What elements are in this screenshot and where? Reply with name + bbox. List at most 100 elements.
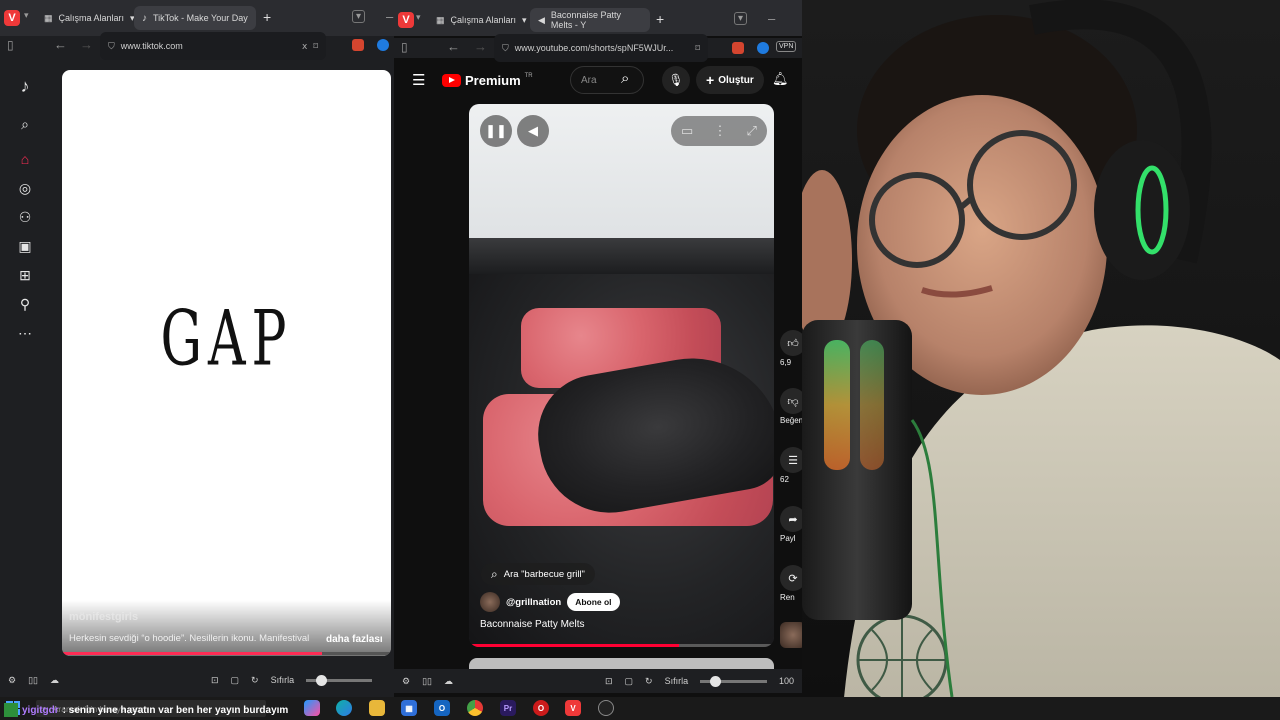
extension-shield-icon[interactable] [352,39,364,51]
following-icon[interactable]: ⚇ [15,207,35,227]
tab-list-icon[interactable]: ▾ [734,12,748,25]
zoom-reset-label[interactable]: Sıfırla [271,675,295,685]
capture-icon[interactable]: ⊡ [605,676,613,687]
panel-settings-icon[interactable]: ⚙ [402,676,410,687]
reload-page-icon[interactable]: ↻ [645,676,653,687]
vpn-badge[interactable]: VPN [776,41,797,52]
copilot-app-icon[interactable] [304,700,320,716]
bookmark-icon[interactable]: ⌑ [695,43,700,54]
vivaldi-menu-icon[interactable]: V [398,12,414,28]
translate-icon[interactable]: ⅹ [302,41,307,52]
caption-more-link[interactable]: daha fazlası [326,634,383,645]
workspaces-button[interactable]: ▦ Çalışma Alanları ▾ [36,6,143,30]
zoom-slider[interactable] [306,674,373,686]
extension-shield-icon[interactable] [732,42,744,54]
volume-icon[interactable]: ◀ [517,115,549,147]
comments-button[interactable]: ☰ 62 [780,447,802,484]
panel-toggle-icon[interactable]: ▯ [7,38,14,52]
tiling-icon[interactable]: ▯▯ [422,676,432,687]
forward-icon[interactable]: → [80,37,93,52]
explore-icon[interactable]: ◎ [15,178,35,198]
chevron-down-icon[interactable]: ▾ [24,10,29,21]
related-search-text: Ara "barbecue grill" [503,568,585,580]
extension-translate-icon[interactable] [757,42,769,54]
player-overflow-controls: ▭ ⋮ ⤢ [671,116,767,146]
panel-settings-icon[interactable]: ⚙ [8,675,16,686]
video-author[interactable]: mönifestgirls [69,611,138,623]
back-icon[interactable]: ← [447,39,460,54]
tiktok-video-card[interactable]: GAP mönifestgirls Herkesin sevdiği “o ho… [62,70,391,656]
tiling-icon[interactable]: ▯▯ [28,675,38,686]
site-info-icon: ⛉ [502,42,509,53]
search-input[interactable]: Ara [570,66,644,94]
workspaces-button[interactable]: ▦ Çalışma Alanları ▾ [428,8,535,32]
tiktok-browser-window: V ▾ ▦ Çalışma Alanları ▾ ♪ TikTok - Make… [0,0,394,697]
page-tiling-icon[interactable]: ▢ [625,676,634,687]
pause-icon[interactable]: ❚❚ [480,115,512,147]
tab-youtube[interactable]: ◀ Baconnaise Patty Melts - Y [530,8,650,32]
share-icon: ➦ [780,506,802,532]
edge-app-icon[interactable] [336,700,352,716]
zoom-slider[interactable] [700,675,767,687]
notifications-bell-icon[interactable]: 🔔︎ [772,71,789,87]
address-bar[interactable]: ⛉ www.youtube.com/shorts/spNF5WJUr... ⌑ [494,34,708,62]
extension-translate-icon[interactable] [377,39,389,51]
minimize-icon[interactable]: – [768,11,775,26]
bookmark-icon[interactable]: ⌑ [313,41,318,52]
tiktok-sidebar: ♪ ⌕ ⌂ ◎ ⚇ ▣ ⊞ ⚲ ⋯ [0,66,50,366]
obs-app-icon[interactable] [598,700,614,716]
zoom-reset-label[interactable]: Sıfırla [665,676,689,686]
profile-icon[interactable]: ⚲ [15,294,35,314]
live-icon[interactable]: ▣ [15,236,35,256]
tab-list-icon[interactable]: ▾ [352,10,366,23]
home-icon[interactable]: ⌂ [15,149,35,169]
vivaldi-menu-icon[interactable]: V [4,10,20,26]
fullscreen-icon[interactable]: ⤢ [747,123,757,139]
more-options-icon[interactable]: ⋮ [713,123,726,139]
remix-button[interactable]: ⟳ Ren [780,565,802,602]
sync-cloud-icon[interactable]: ☁ [50,675,59,686]
opera-app-icon[interactable]: O [533,700,549,716]
tab-tiktok[interactable]: ♪ TikTok - Make Your Day [134,6,256,30]
capture-icon[interactable]: ⊡ [211,675,219,686]
upload-icon[interactable]: ⊞ [15,265,35,285]
back-icon[interactable]: ← [54,37,67,52]
chrome-app-icon[interactable] [467,700,483,716]
outlook-app-icon[interactable]: O [434,700,450,716]
panel-toggle-icon[interactable]: ▯ [401,40,408,54]
hamburger-menu-icon[interactable]: ☰ [412,71,425,89]
dislike-button[interactable]: 👎︎ Beğen [780,388,802,425]
store-app-icon[interactable]: ▦ [401,700,417,716]
file-explorer-icon[interactable] [369,700,385,716]
new-tab-icon[interactable]: + [263,9,271,25]
channel-handle[interactable]: @grillnation [506,597,561,608]
zoom-slider-knob[interactable] [710,675,722,687]
new-tab-icon[interactable]: + [656,11,664,27]
reload-page-icon[interactable]: ↻ [251,675,259,686]
tiktok-logo-icon[interactable]: ♪ [15,76,35,96]
vivaldi-app-icon[interactable]: V [565,700,581,716]
search-icon[interactable]: ⌕ [15,114,35,134]
related-search-chip[interactable]: ⌕ Ara "barbecue grill" [481,563,595,585]
chevron-down-icon[interactable]: ▾ [416,12,421,23]
forward-icon[interactable]: → [474,39,487,54]
subscribe-button[interactable]: Abone ol [567,593,620,611]
page-tiling-icon[interactable]: ▢ [231,675,240,686]
voice-search-icon[interactable]: 🎙 [662,66,690,94]
sound-button[interactable] [780,622,802,650]
address-bar[interactable]: ⛉ www.tiktok.com ⅹ ⌑ [100,32,326,60]
search-icon[interactable]: ⌕ [621,70,629,87]
sync-cloud-icon[interactable]: ☁ [444,676,453,687]
like-button[interactable]: 👍︎ 6,9 [780,330,802,367]
create-button[interactable]: + Oluştur [696,66,764,94]
zoom-slider-knob[interactable] [316,674,328,686]
short-video-player[interactable]: ❚❚ ◀ ▭ ⋮ ⤢ ⌕ Ara "barbecue grill" @grill… [469,104,774,647]
minimize-icon[interactable]: – [386,9,393,24]
captions-icon[interactable]: ▭ [681,123,693,139]
premiere-app-icon[interactable]: Pr [500,700,516,716]
channel-avatar[interactable] [480,592,500,612]
share-button[interactable]: ➦ Payl [780,506,802,543]
youtube-logo[interactable]: Premium TR [442,73,533,88]
short-title[interactable]: Baconnaise Patty Melts [480,619,585,630]
more-icon[interactable]: ⋯ [15,323,35,343]
